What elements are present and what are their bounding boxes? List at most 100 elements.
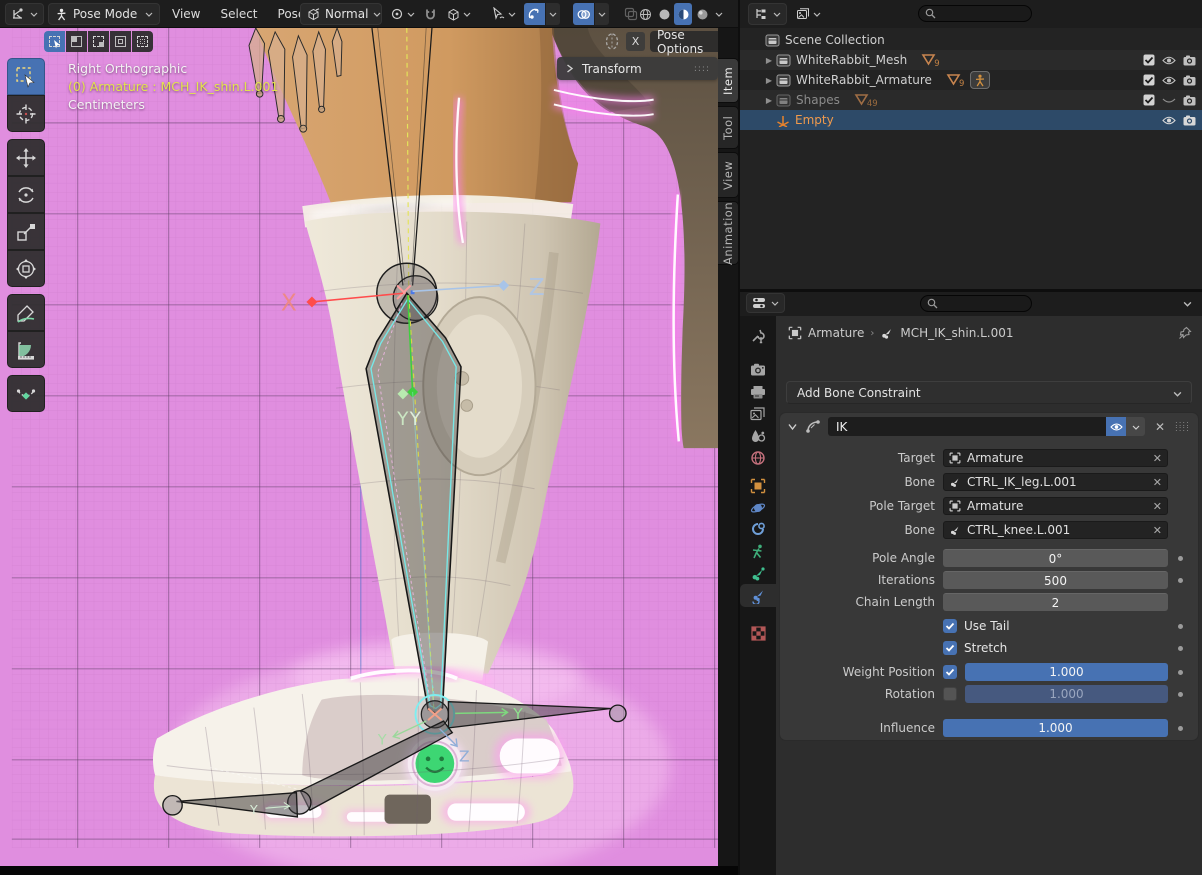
tool-transform[interactable] (7, 250, 45, 287)
animate-dot[interactable] (1178, 556, 1183, 561)
expand-arrow-icon[interactable]: ▶ (762, 56, 776, 65)
disable-render-camera-icon[interactable] (1183, 55, 1196, 66)
outliner-display-mode-dropdown[interactable] (791, 3, 825, 25)
weight-position-slider[interactable]: 1.000 (965, 663, 1168, 681)
select-mode-intersect[interactable] (132, 31, 153, 52)
tab-tool[interactable]: Tool (718, 106, 739, 149)
tab-world-properties[interactable] (740, 446, 776, 469)
viewport-canvas[interactable]: X Z Y Y (0, 28, 740, 875)
tab-output-properties[interactable] (740, 380, 776, 403)
gizmo-dropdown[interactable] (546, 3, 560, 25)
tab-view[interactable]: View (718, 152, 739, 198)
tool-annotate[interactable] (7, 294, 45, 331)
constraint-delete-button[interactable]: ✕ (1151, 417, 1169, 436)
clear-x-icon[interactable]: ✕ (1153, 476, 1162, 489)
mode-dropdown[interactable]: Pose Mode (48, 3, 160, 25)
tab-object-properties[interactable] (740, 474, 776, 497)
pole-bone-field[interactable]: CTRL_knee.L.001 ✕ (943, 521, 1168, 539)
tab-render-properties[interactable] (740, 358, 776, 381)
tab-texture-properties[interactable] (740, 622, 776, 645)
editor-split-vertical[interactable] (738, 0, 740, 875)
constraint-name-field[interactable]: IK (828, 417, 1106, 436)
outliner-row-mesh[interactable]: ▶ WhiteRabbit_Mesh 9 (740, 50, 1202, 70)
editor-type-dropdown[interactable] (5, 3, 44, 25)
constraint-enable-eye-button[interactable] (1106, 417, 1126, 436)
tab-scene-properties[interactable] (740, 424, 776, 447)
show-gizmo-toggle[interactable] (524, 3, 545, 25)
rotation-checkbox[interactable] (943, 687, 957, 701)
pin-icon[interactable] (1178, 326, 1192, 340)
expand-arrow-icon[interactable]: ▶ (762, 96, 776, 105)
iterations-field[interactable]: 500 (943, 571, 1168, 589)
selectable-checkbox[interactable] (1143, 74, 1155, 86)
snap-settings-dropdown[interactable] (442, 3, 476, 25)
shading-solid-button[interactable] (655, 3, 673, 25)
hide-viewport-eye-icon[interactable] (1162, 55, 1176, 66)
mirror-x-button[interactable]: X (626, 32, 645, 51)
clear-x-icon[interactable]: ✕ (1153, 452, 1162, 465)
select-mode-extend[interactable] (88, 31, 109, 52)
x-axis-mirror-icon[interactable] (602, 32, 622, 51)
animate-dot[interactable] (1178, 646, 1183, 651)
influence-slider[interactable]: 1.000 (943, 719, 1168, 737)
chain-length-field[interactable]: 2 (943, 593, 1168, 611)
animate-dot[interactable] (1178, 692, 1183, 697)
clear-x-icon[interactable]: ✕ (1153, 500, 1162, 513)
select-mode-tweak[interactable] (44, 31, 65, 52)
animate-dot[interactable] (1178, 670, 1183, 675)
rotation-slider[interactable]: 1.000 (965, 685, 1168, 703)
tab-bone-properties[interactable] (740, 562, 776, 585)
tool-cursor[interactable] (7, 95, 45, 132)
disable-render-camera-icon[interactable] (1183, 95, 1196, 106)
add-bone-constraint-dropdown[interactable]: Add Bone Constraint (786, 381, 1192, 404)
pole-angle-field[interactable]: 0° (943, 549, 1168, 567)
select-mode-new[interactable] (66, 31, 87, 52)
constraint-extras-dropdown[interactable] (1126, 417, 1145, 436)
shading-wireframe-button[interactable] (636, 3, 654, 25)
snap-toggle[interactable] (420, 3, 440, 25)
select-mode-subtract[interactable] (110, 31, 131, 52)
outliner-row-armature[interactable]: ▶ WhiteRabbit_Armature 9 (740, 70, 1202, 90)
pivot-point-dropdown[interactable] (386, 3, 418, 25)
hidden-eye-closed-icon[interactable] (1162, 95, 1176, 106)
stretch-checkbox[interactable] (943, 641, 957, 655)
menu-view[interactable]: View (164, 3, 208, 25)
shading-rendered-button[interactable] (693, 3, 711, 25)
tool-measure[interactable] (7, 331, 45, 368)
tab-object-constraints[interactable] (740, 518, 776, 541)
properties-search-input[interactable] (920, 295, 1032, 312)
disable-render-camera-icon[interactable] (1183, 75, 1196, 86)
shading-dropdown[interactable] (712, 3, 726, 25)
outliner-editor-dropdown[interactable] (748, 3, 787, 25)
shading-material-button[interactable] (674, 3, 692, 25)
disable-render-camera-icon[interactable] (1183, 115, 1196, 126)
tool-move[interactable] (7, 139, 45, 176)
3d-viewport[interactable]: X Z Y Y (0, 28, 740, 875)
constraint-drag-grip[interactable]: :::::::: (1175, 421, 1190, 431)
tool-scale[interactable] (7, 213, 45, 250)
animate-dot[interactable] (1178, 726, 1183, 731)
clear-x-icon[interactable]: ✕ (1153, 524, 1162, 537)
animate-dot[interactable] (1178, 578, 1183, 583)
breadcrumb-object[interactable]: Armature (808, 326, 864, 340)
overlays-dropdown[interactable] (595, 3, 609, 25)
tab-animation[interactable]: Animation (718, 201, 739, 265)
tab-item[interactable]: Item (718, 58, 739, 103)
hide-viewport-eye-icon[interactable] (1162, 115, 1176, 126)
tab-physics-properties[interactable] (740, 496, 776, 519)
properties-editor-dropdown[interactable] (746, 293, 785, 313)
gizmo-visibility-dropdown[interactable] (487, 3, 519, 25)
properties-options-chevron[interactable] (1183, 299, 1191, 307)
weight-position-checkbox[interactable] (943, 665, 957, 679)
show-overlays-toggle[interactable] (573, 3, 594, 25)
tool-rotate[interactable] (7, 176, 45, 213)
tab-armature-data[interactable] (740, 540, 776, 563)
breadcrumb-bone[interactable]: MCH_IK_shin.L.001 (900, 326, 1013, 340)
pole-target-field[interactable]: Armature ✕ (943, 497, 1168, 515)
use-tail-checkbox[interactable] (943, 619, 957, 633)
selectable-checkbox[interactable] (1143, 94, 1155, 106)
editor-split-horizontal[interactable] (740, 289, 1202, 292)
tab-bone-constraints[interactable] (740, 584, 776, 607)
hide-viewport-eye-icon[interactable] (1162, 75, 1176, 86)
outliner-row-empty[interactable]: Empty (740, 110, 1202, 130)
